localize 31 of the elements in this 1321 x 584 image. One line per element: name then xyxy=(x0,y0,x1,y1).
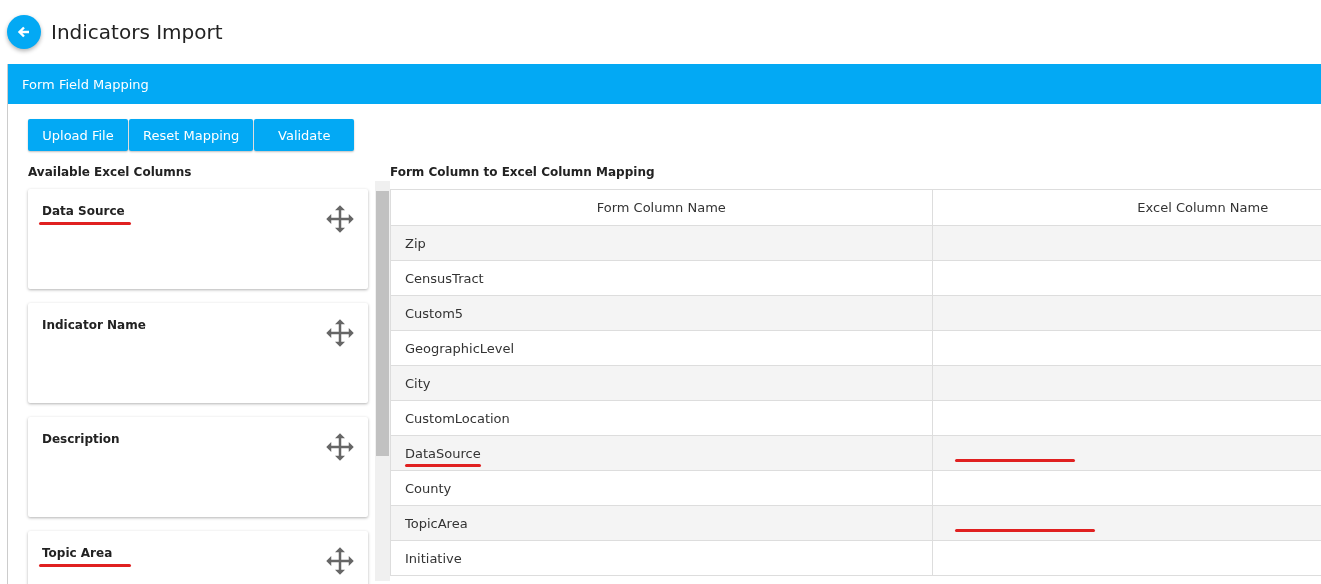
section-heading: Available Excel Columns xyxy=(28,165,193,181)
column-card[interactable]: Topic Area xyxy=(28,531,368,584)
column-header: Form Column Name xyxy=(390,189,932,226)
back-button[interactable] xyxy=(7,15,41,49)
form-column-text: Custom5 xyxy=(405,305,465,321)
column-label: Indicator Name xyxy=(42,318,146,332)
form-column-text: County xyxy=(405,480,453,496)
move-icon[interactable] xyxy=(325,546,355,576)
form-column-text: GeographicLevel xyxy=(405,340,516,356)
form-column-text: CensusTract xyxy=(405,270,485,286)
column-header: Excel Column Name xyxy=(932,189,1321,226)
column-label: Data Source xyxy=(42,204,126,218)
form-column-text: DataSource xyxy=(405,446,482,461)
back-arrow-icon xyxy=(17,25,31,39)
move-icon[interactable] xyxy=(325,318,355,348)
form-column-text: Initiative xyxy=(405,550,463,566)
page-title: Indicators Import xyxy=(51,20,223,44)
form-column-text: City xyxy=(405,375,432,391)
form-column-text: Zip xyxy=(405,235,427,251)
column-card[interactable]: Data Source xyxy=(28,189,368,289)
move-icon[interactable] xyxy=(325,204,355,234)
column-card[interactable]: Indicator Name xyxy=(28,303,368,403)
move-icon[interactable] xyxy=(325,432,355,462)
column-label: Topic Area xyxy=(42,546,114,560)
scrollbar[interactable] xyxy=(375,181,390,581)
column-card[interactable]: Description xyxy=(28,417,368,517)
form-column-text: TopicArea xyxy=(405,515,469,531)
column-label: Description xyxy=(42,432,120,446)
form-column-text: CustomLocation xyxy=(405,410,511,426)
panel-title: Form Field Mapping xyxy=(22,76,149,92)
section-heading: Form Column to Excel Column Mapping xyxy=(390,165,656,181)
